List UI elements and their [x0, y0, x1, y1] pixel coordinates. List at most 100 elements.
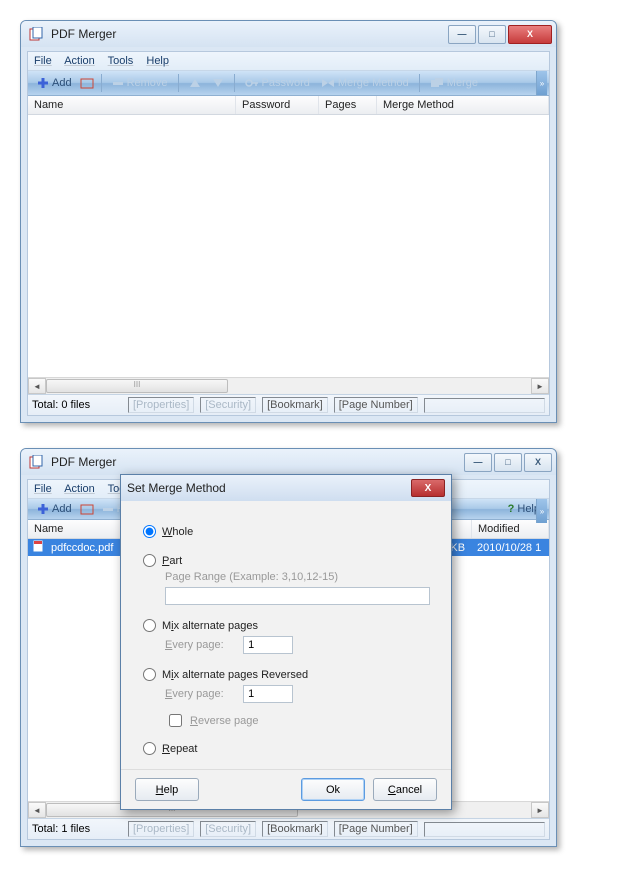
- page-range-hint: Page Range (Example: 3,10,12-15): [165, 571, 429, 583]
- scroll-right-button[interactable]: ►: [531, 378, 549, 394]
- status-properties[interactable]: [Properties]: [128, 821, 194, 837]
- minus-icon: [112, 77, 124, 89]
- file-list[interactable]: [28, 115, 549, 377]
- toolbar-add-button[interactable]: Add: [34, 502, 75, 516]
- maximize-button[interactable]: □: [494, 453, 522, 472]
- menu-tools[interactable]: Tools: [108, 55, 134, 67]
- toolbar-moveup-button[interactable]: [186, 77, 204, 89]
- reverse-page-checkbox[interactable]: [169, 714, 182, 727]
- help-icon: ?: [508, 503, 515, 515]
- statusbar: Total: 0 files [Properties] [Security] […: [28, 394, 549, 415]
- dialog-button-bar: Help Ok Cancel: [121, 769, 451, 809]
- app-icon: [29, 455, 43, 469]
- dialog-close-button[interactable]: X: [411, 479, 445, 497]
- status-bookmark[interactable]: [Bookmark]: [262, 397, 328, 413]
- radio-mix-input[interactable]: [143, 619, 156, 632]
- radio-whole[interactable]: Whole: [143, 525, 429, 538]
- toolbar-merge-button[interactable]: Merge: [427, 76, 481, 90]
- status-filler: [424, 398, 545, 413]
- toolbar-remove-button[interactable]: Remove: [109, 76, 171, 90]
- triangle-up-icon: [189, 78, 201, 88]
- radio-part[interactable]: Part: [143, 554, 429, 567]
- menubar[interactable]: File Action Tools Help: [28, 52, 549, 71]
- dialog-title: Set Merge Method: [127, 481, 226, 495]
- folder-icon[interactable]: [80, 503, 94, 515]
- bowtie-icon: [321, 78, 335, 88]
- toolbar-merge-label: Merge: [447, 77, 478, 89]
- reverse-page-row[interactable]: Reverse page: [165, 711, 429, 730]
- minus-icon: [102, 503, 114, 515]
- toolbar-add-label: Add: [52, 503, 72, 515]
- titlebar[interactable]: PDF Merger — □ X: [21, 449, 556, 475]
- scroll-left-button[interactable]: ◄: [28, 802, 46, 818]
- dialog-cancel-button[interactable]: Cancel: [373, 778, 437, 801]
- dialog-body: Whole Part Page Range (Example: 3,10,12-…: [121, 501, 451, 769]
- toolbar-overflow-button[interactable]: »: [536, 71, 547, 95]
- scroll-left-button[interactable]: ◄: [28, 378, 46, 394]
- list-header: Name Password Pages Merge Method: [28, 96, 549, 115]
- col-pages[interactable]: Pages: [319, 96, 377, 114]
- mixrev-every-input[interactable]: [243, 685, 293, 703]
- scroll-thumb[interactable]: III: [46, 379, 228, 393]
- triangle-down-icon: [212, 78, 224, 88]
- window-pdf-merger-1: PDF Merger — □ X File Action Tools Help …: [20, 20, 557, 423]
- plus-icon: [37, 503, 49, 515]
- radio-part-input[interactable]: [143, 554, 156, 567]
- horizontal-scrollbar[interactable]: ◄ III ►: [28, 377, 549, 394]
- menu-action[interactable]: Action: [64, 483, 95, 495]
- cell-modified: 2010/10/28 1: [473, 542, 545, 554]
- mix-every-input[interactable]: [243, 636, 293, 654]
- radio-repeat-input[interactable]: [143, 742, 156, 755]
- merge-icon: [430, 78, 444, 89]
- status-total: Total: 0 files: [32, 399, 122, 411]
- client-area: File Action Tools Help Add Remove Passwo…: [27, 51, 550, 416]
- menu-action[interactable]: Action: [64, 55, 95, 67]
- dialog-set-merge-method: Set Merge Method X Whole Part Page Range…: [120, 474, 452, 810]
- menu-help[interactable]: Help: [146, 55, 169, 67]
- toolbar-add-button[interactable]: Add: [34, 76, 75, 90]
- status-security[interactable]: [Security]: [200, 821, 256, 837]
- toolbar-merge-method-label: Merge Method: [338, 77, 409, 89]
- toolbar-password-label: Password: [262, 77, 310, 89]
- scroll-right-button[interactable]: ►: [531, 802, 549, 818]
- file-icon: [32, 540, 44, 555]
- close-button[interactable]: X: [508, 25, 552, 44]
- status-properties[interactable]: [Properties]: [128, 397, 194, 413]
- status-page-number[interactable]: [Page Number]: [334, 821, 418, 837]
- folder-icon[interactable]: [80, 77, 94, 89]
- statusbar: Total: 1 files [Properties] [Security] […: [28, 818, 549, 839]
- minimize-button[interactable]: —: [448, 25, 476, 44]
- radio-repeat[interactable]: Repeat: [143, 742, 429, 755]
- toolbar-overflow-button[interactable]: »: [536, 499, 547, 523]
- close-button[interactable]: X: [524, 453, 552, 472]
- radio-mixrev-input[interactable]: [143, 668, 156, 681]
- status-bookmark[interactable]: [Bookmark]: [262, 821, 328, 837]
- key-icon: [245, 78, 259, 88]
- col-merge-method[interactable]: Merge Method: [377, 96, 549, 114]
- window-title: PDF Merger: [51, 27, 448, 41]
- page-range-input[interactable]: [165, 587, 430, 605]
- toolbar-movedown-button[interactable]: [209, 77, 227, 89]
- toolbar-merge-method-button[interactable]: Merge Method: [318, 76, 412, 90]
- titlebar[interactable]: PDF Merger — □ X: [21, 21, 556, 47]
- maximize-button[interactable]: □: [478, 25, 506, 44]
- radio-part-label: art: [169, 555, 182, 567]
- menu-file[interactable]: File: [34, 55, 52, 67]
- radio-mix-alternate[interactable]: Mix alternate pages: [143, 619, 429, 632]
- scroll-track[interactable]: III: [46, 379, 531, 393]
- toolbar-password-button[interactable]: Password: [242, 76, 313, 90]
- window-title: PDF Merger: [51, 455, 464, 469]
- col-name[interactable]: Name: [28, 96, 236, 114]
- status-page-number[interactable]: [Page Number]: [334, 397, 418, 413]
- status-filler: [424, 822, 545, 837]
- radio-whole-label: hole: [172, 526, 193, 538]
- radio-mix-reversed[interactable]: Mix alternate pages Reversed: [143, 668, 429, 681]
- radio-whole-input[interactable]: [143, 525, 156, 538]
- minimize-button[interactable]: —: [464, 453, 492, 472]
- dialog-ok-button[interactable]: Ok: [301, 778, 365, 801]
- menu-file[interactable]: File: [34, 483, 52, 495]
- col-password[interactable]: Password: [236, 96, 319, 114]
- dialog-titlebar[interactable]: Set Merge Method X: [121, 475, 451, 501]
- status-security[interactable]: [Security]: [200, 397, 256, 413]
- dialog-help-button[interactable]: Help: [135, 778, 199, 801]
